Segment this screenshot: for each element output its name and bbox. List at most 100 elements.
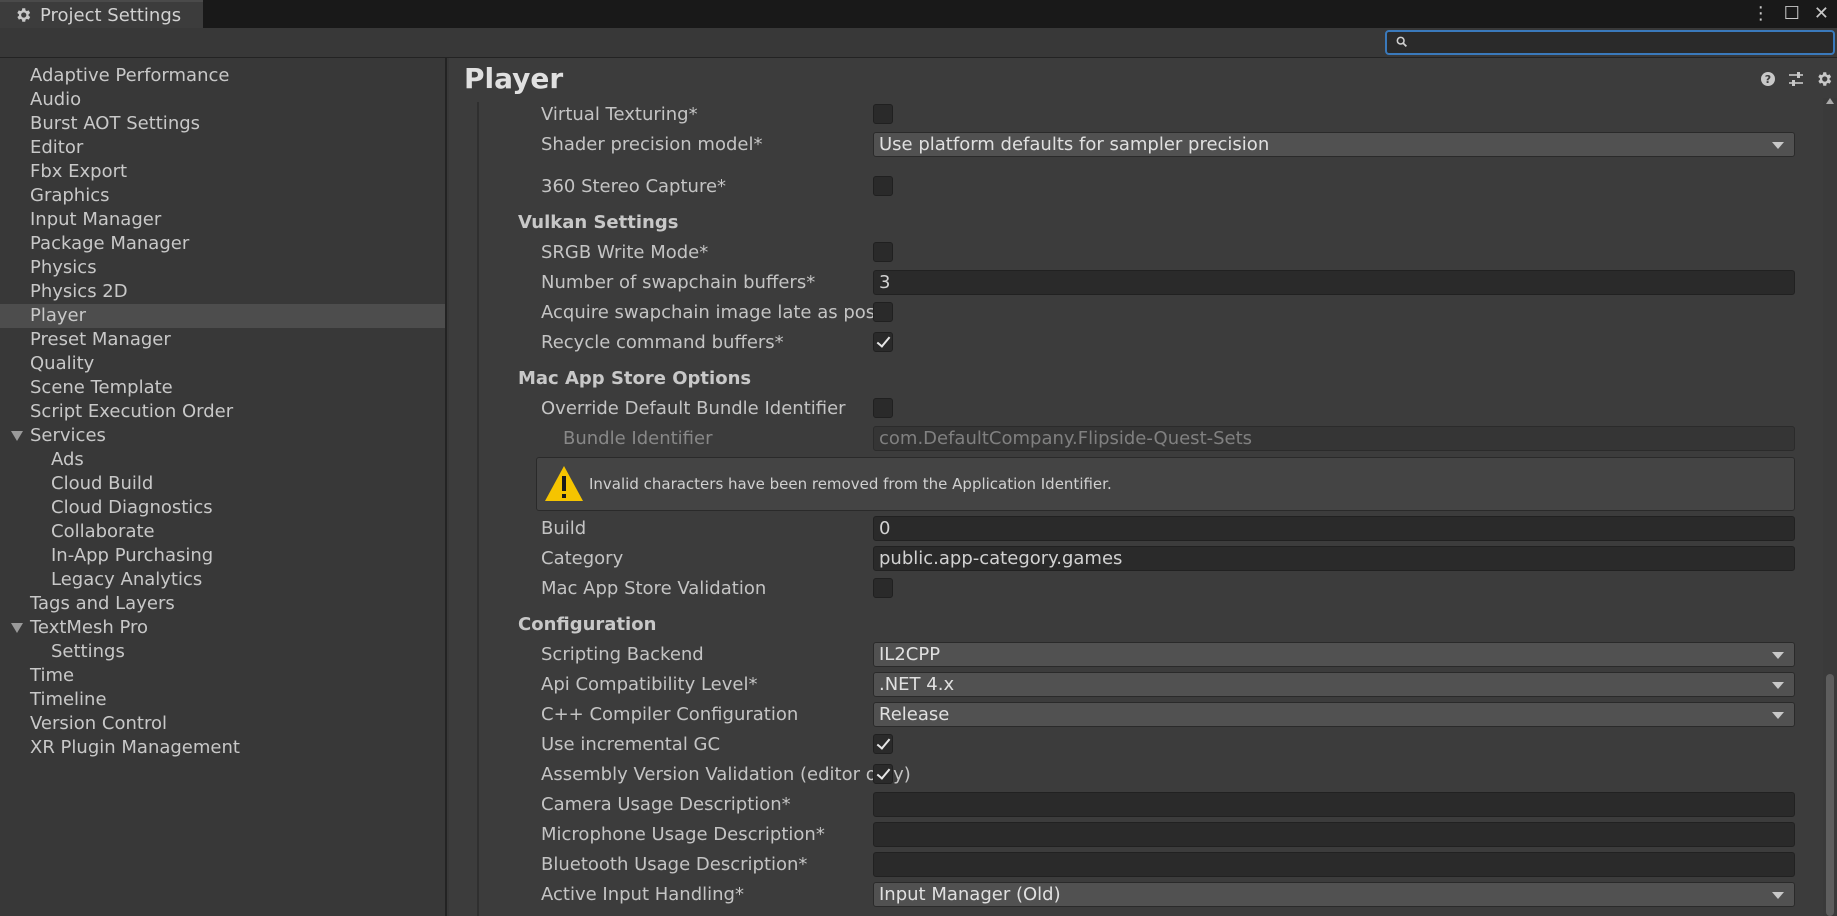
sidebar-item-textmesh-settings[interactable]: Settings [0, 640, 445, 664]
vertical-scrollbar[interactable] [1823, 98, 1837, 916]
sidebar-item-burst-aot[interactable]: Burst AOT Settings [0, 112, 445, 136]
build-field[interactable]: 0 [873, 516, 1795, 541]
search-input[interactable] [1413, 33, 1823, 53]
swapchain-buffers-field[interactable]: 3 [873, 270, 1795, 295]
sidebar-item-tags-and-layers[interactable]: Tags and Layers [0, 592, 445, 616]
fold-arrow-icon[interactable] [11, 431, 23, 441]
dropdown-value: IL2CPP [879, 644, 941, 665]
camera-usage-label: Camera Usage Description* [541, 794, 791, 815]
sidebar-item-audio[interactable]: Audio [0, 88, 445, 112]
shader-precision-dropdown[interactable]: Use platform defaults for sampler precis… [873, 132, 1795, 157]
virtual-texturing-label: Virtual Texturing* [541, 104, 698, 125]
input-handling-dropdown[interactable]: Input Manager (Old) [873, 882, 1795, 907]
settings-sidebar: Adaptive Performance Audio Burst AOT Set… [0, 58, 447, 916]
gear-icon [17, 8, 31, 22]
sidebar-item-fbx-export[interactable]: Fbx Export [0, 160, 445, 184]
fold-arrow-icon[interactable] [11, 623, 23, 633]
validation-checkbox[interactable] [873, 578, 893, 598]
srgb-write-label: SRGB Write Mode* [541, 242, 709, 263]
api-level-dropdown[interactable]: .NET 4.x [873, 672, 1795, 697]
sidebar-item-editor[interactable]: Editor [0, 136, 445, 160]
configuration-header: Configuration [518, 614, 657, 635]
microphone-usage-field[interactable] [873, 822, 1795, 847]
sidebar-item-cloud-build[interactable]: Cloud Build [0, 472, 445, 496]
scripting-backend-row: Scripting Backend IL2CPP [479, 642, 1819, 670]
sidebar-item-in-app-purchasing[interactable]: In-App Purchasing [0, 544, 445, 568]
sidebar-item-xr-plugin-management[interactable]: XR Plugin Management [0, 736, 445, 760]
sidebar-item-services[interactable]: Services [0, 424, 445, 448]
cpp-config-label: C++ Compiler Configuration [541, 704, 799, 725]
title-bar: Project Settings ⋮ ☐ ✕ [0, 0, 1837, 28]
bundle-identifier-row: Bundle Identifier com.DefaultCompany.Fli… [479, 426, 1819, 454]
cpp-config-dropdown[interactable]: Release [873, 702, 1795, 727]
assembly-validation-row: Assembly Version Validation (editor only… [479, 762, 1819, 790]
sidebar-item-physics[interactable]: Physics [0, 256, 445, 280]
acquire-late-checkbox[interactable] [873, 302, 893, 322]
sidebar-item-label: TextMesh Pro [30, 617, 149, 638]
warning-helpbox: Invalid characters have been removed fro… [536, 457, 1795, 511]
override-bundle-checkbox[interactable] [873, 398, 893, 418]
dropdown-value: Input Manager (Old) [879, 884, 1061, 905]
swapchain-buffers-row: Number of swapchain buffers* 3 [479, 270, 1819, 298]
window-title: Project Settings [40, 4, 182, 26]
cpp-config-row: C++ Compiler Configuration Release [479, 702, 1819, 730]
sidebar-item-version-control[interactable]: Version Control [0, 712, 445, 736]
camera-usage-field[interactable] [873, 792, 1795, 817]
presets-icon[interactable] [1787, 70, 1805, 88]
sidebar-item-legacy-analytics[interactable]: Legacy Analytics [0, 568, 445, 592]
settings-content: Virtual Texturing* Shader precision mode… [477, 102, 1817, 916]
sidebar-item-graphics[interactable]: Graphics [0, 184, 445, 208]
incremental-gc-row: Use incremental GC [479, 732, 1819, 760]
sidebar-item-timeline[interactable]: Timeline [0, 688, 445, 712]
dropdown-value: .NET 4.x [879, 674, 955, 695]
sidebar-item-player[interactable]: Player [0, 304, 445, 328]
sidebar-item-collaborate[interactable]: Collaborate [0, 520, 445, 544]
sidebar-item-time[interactable]: Time [0, 664, 445, 688]
assembly-validation-checkbox[interactable] [873, 764, 893, 784]
dropdown-value: Use platform defaults for sampler precis… [879, 134, 1270, 155]
search-icon [1396, 36, 1407, 47]
virtual-texturing-checkbox[interactable] [873, 104, 893, 124]
svg-text:?: ? [1765, 73, 1771, 86]
more-menu-icon[interactable]: ⋮ [1752, 4, 1770, 24]
help-icon[interactable]: ? [1759, 70, 1777, 88]
bundle-identifier-label: Bundle Identifier [563, 428, 713, 449]
category-field[interactable]: public.app-category.games [873, 546, 1795, 571]
close-icon[interactable]: ✕ [1814, 4, 1829, 24]
window-controls: ⋮ ☐ ✕ [1752, 2, 1829, 26]
warning-icon [545, 466, 583, 501]
srgb-write-checkbox[interactable] [873, 242, 893, 262]
incremental-gc-checkbox[interactable] [873, 734, 893, 754]
recycle-buffers-checkbox[interactable] [873, 332, 893, 352]
sidebar-item-cloud-diagnostics[interactable]: Cloud Diagnostics [0, 496, 445, 520]
scrollbar-thumb[interactable] [1826, 674, 1834, 916]
sidebar-item-ads[interactable]: Ads [0, 448, 445, 472]
sidebar-item-input-manager[interactable]: Input Manager [0, 208, 445, 232]
override-bundle-label: Override Default Bundle Identifier [541, 398, 846, 419]
stereo-capture-checkbox[interactable] [873, 176, 893, 196]
warning-message: Invalid characters have been removed fro… [589, 475, 1112, 493]
sidebar-item-package-manager[interactable]: Package Manager [0, 232, 445, 256]
microphone-usage-row: Microphone Usage Description* [479, 822, 1819, 850]
sidebar-item-script-execution-order[interactable]: Script Execution Order [0, 400, 445, 424]
sidebar-item-physics-2d[interactable]: Physics 2D [0, 280, 445, 304]
sidebar-item-adaptive-performance[interactable]: Adaptive Performance [0, 64, 445, 88]
sidebar-item-scene-template[interactable]: Scene Template [0, 376, 445, 400]
validation-row: Mac App Store Validation [479, 576, 1819, 604]
scripting-backend-dropdown[interactable]: IL2CPP [873, 642, 1795, 667]
search-box[interactable] [1385, 30, 1835, 55]
settings-icon[interactable] [1815, 70, 1833, 88]
bluetooth-usage-field[interactable] [873, 852, 1795, 877]
sidebar-item-preset-manager[interactable]: Preset Manager [0, 328, 445, 352]
build-row: Build 0 [479, 516, 1819, 544]
window-tab[interactable]: Project Settings [0, 0, 203, 28]
build-label: Build [541, 518, 587, 539]
sidebar-item-quality[interactable]: Quality [0, 352, 445, 376]
maximize-icon[interactable]: ☐ [1784, 4, 1800, 24]
bundle-identifier-field: com.DefaultCompany.Flipside-Quest-Sets [873, 426, 1795, 451]
chevron-down-icon [1772, 142, 1784, 149]
bluetooth-usage-label: Bluetooth Usage Description* [541, 854, 808, 875]
sidebar-item-textmesh-pro[interactable]: TextMesh Pro [0, 616, 445, 640]
scroll-up-icon[interactable] [1826, 98, 1834, 104]
acquire-late-label: Acquire swapchain image late as possible… [541, 302, 873, 323]
